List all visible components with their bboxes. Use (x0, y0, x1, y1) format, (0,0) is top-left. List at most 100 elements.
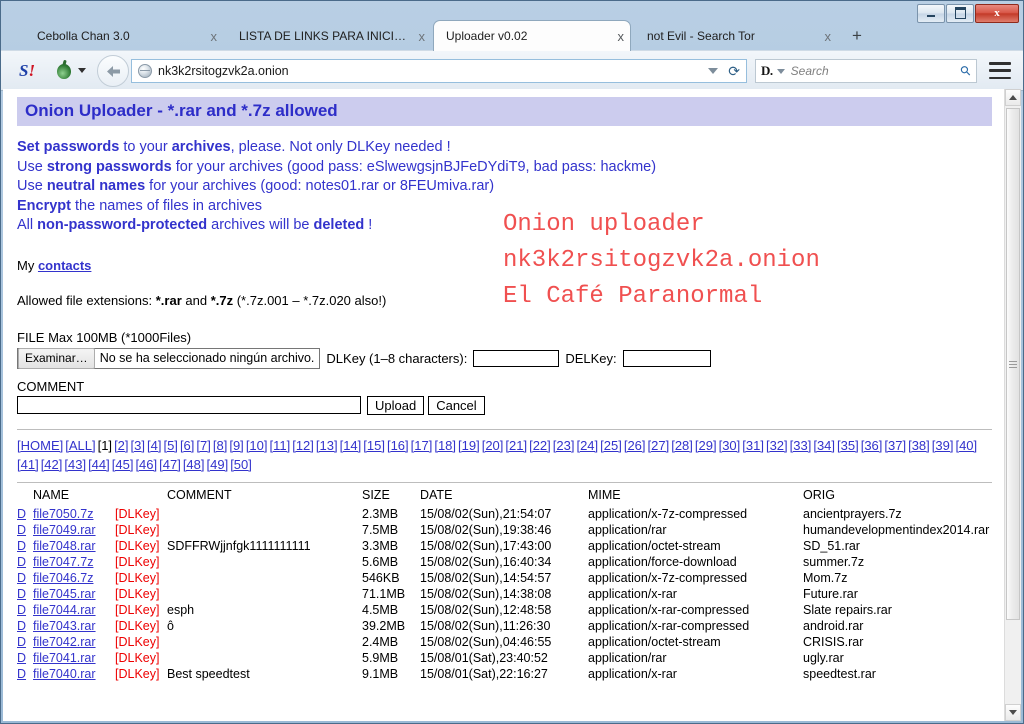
delkey-input[interactable] (622, 349, 711, 367)
file-link[interactable]: file7048.rar (33, 539, 96, 553)
pager-page-link[interactable]: [30] (719, 438, 741, 453)
pager-page-link[interactable]: [21] (505, 438, 527, 453)
pager-page-link[interactable]: [41] (17, 457, 39, 472)
pager-page-link[interactable]: [29] (695, 438, 717, 453)
scroll-down-button[interactable] (1005, 704, 1021, 721)
chevron-down-icon[interactable] (78, 68, 86, 73)
pager-page-link[interactable]: [24] (576, 438, 598, 453)
search-input-placeholder[interactable]: Search (791, 64, 962, 78)
reload-icon[interactable]: ⟳ (728, 64, 740, 78)
pager-page-link[interactable]: [39] (932, 438, 954, 453)
pager-page-link[interactable]: [17] (411, 438, 433, 453)
pager-page-link[interactable]: [8] (213, 438, 227, 453)
pager-page-link[interactable]: [19] (458, 438, 480, 453)
pager-page-link[interactable]: [37] (884, 438, 906, 453)
page-scrollbar[interactable] (1004, 89, 1021, 721)
file-input[interactable]: Examinar… No se ha seleccionado ningún a… (17, 347, 321, 369)
new-tab-button[interactable]: + (846, 26, 868, 46)
pager-page-link[interactable]: [48] (183, 457, 205, 472)
tab-not-evil[interactable]: not Evil - Search Tor x (635, 22, 837, 50)
file-link[interactable]: file7044.rar (33, 603, 96, 617)
delete-link[interactable]: D (17, 539, 26, 553)
noscript-icon[interactable]: S! (19, 61, 41, 81)
pager-page-link[interactable]: [42] (41, 457, 63, 472)
delete-link[interactable]: D (17, 587, 26, 601)
pager-page-link[interactable]: [49] (207, 457, 229, 472)
delete-link[interactable]: D (17, 635, 26, 649)
file-link[interactable]: file7043.rar (33, 619, 96, 633)
pager-page-link[interactable]: [38] (908, 438, 930, 453)
pager-page-link[interactable]: [3] (131, 438, 145, 453)
pager-page-link[interactable]: [25] (600, 438, 622, 453)
chevron-down-icon[interactable] (776, 68, 785, 74)
tab-close-icon[interactable]: x (419, 30, 426, 43)
delete-link[interactable]: D (17, 523, 26, 537)
pager-page-link[interactable]: [40] (955, 438, 977, 453)
file-link[interactable]: file7050.7z (33, 507, 93, 521)
pager-page-link[interactable]: [4] (147, 438, 161, 453)
pager-page-link[interactable]: [13] (316, 438, 338, 453)
contacts-link[interactable]: contacts (38, 258, 91, 273)
pager-page-link[interactable]: [22] (529, 438, 551, 453)
pager-page-link[interactable]: [31] (742, 438, 764, 453)
tab-close-icon[interactable]: x (825, 30, 832, 43)
file-link[interactable]: file7049.rar (33, 523, 96, 537)
file-link[interactable]: file7045.rar (33, 587, 96, 601)
pager-page-link[interactable]: [5] (163, 438, 177, 453)
delete-link[interactable]: D (17, 667, 26, 681)
pager-page-link[interactable]: [9] (229, 438, 243, 453)
delete-link[interactable]: D (17, 603, 26, 617)
pager-page-link[interactable]: [20] (482, 438, 504, 453)
tab-uploader[interactable]: Uploader v0.02 x (433, 20, 631, 51)
file-link[interactable]: file7040.rar (33, 667, 96, 681)
pager-page-link[interactable]: [36] (861, 438, 883, 453)
delete-link[interactable]: D (17, 651, 26, 665)
tab-lista-de-links[interactable]: LISTA DE LINKS PARA INICIAR... x (227, 22, 431, 50)
scroll-up-button[interactable] (1005, 89, 1021, 106)
tab-cebolla-chan[interactable]: Cebolla Chan 3.0 x (25, 22, 223, 50)
pager-page-link[interactable]: [32] (766, 438, 788, 453)
duckduckgo-icon[interactable]: D. (761, 63, 773, 79)
pager-page-link[interactable]: [15] (363, 438, 385, 453)
pager-page-link[interactable]: [26] (624, 438, 646, 453)
tab-close-icon[interactable]: x (211, 30, 218, 43)
pager-page-link[interactable]: [18] (434, 438, 456, 453)
chevron-down-icon[interactable] (708, 68, 719, 74)
pager-page-link[interactable]: [27] (648, 438, 670, 453)
pager-page-link[interactable]: [28] (671, 438, 693, 453)
comment-input[interactable] (17, 396, 361, 414)
tab-close-icon[interactable]: x (618, 30, 625, 43)
address-bar[interactable]: nk3k2rsitogzvk2a.onion ⟳ (131, 59, 747, 83)
onion-icon[interactable] (55, 59, 75, 81)
pager-page-link[interactable]: [14] (340, 438, 362, 453)
pager-page-link[interactable]: [16] (387, 438, 409, 453)
pager-page-link[interactable]: [50] (230, 457, 252, 472)
pager-page-link[interactable]: [6] (180, 438, 194, 453)
pager-page-link[interactable]: [11] (270, 438, 291, 453)
menu-button[interactable] (989, 62, 1011, 79)
delete-link[interactable]: D (17, 507, 26, 521)
pager-page-link[interactable]: [34] (813, 438, 835, 453)
scrollbar-thumb[interactable] (1006, 108, 1020, 620)
pager-page-link[interactable]: [12] (292, 438, 314, 453)
pager-page-link[interactable]: [35] (837, 438, 859, 453)
delete-link[interactable]: D (17, 619, 26, 633)
pager-page-link[interactable]: [7] (196, 438, 210, 453)
pager-page-link[interactable]: [2] (114, 438, 128, 453)
pager-page-link[interactable]: [10] (246, 438, 268, 453)
cancel-button[interactable]: Cancel (428, 395, 485, 415)
delete-link[interactable]: D (17, 571, 26, 585)
file-link[interactable]: file7047.7z (33, 555, 93, 569)
dlkey-input[interactable] (473, 349, 560, 367)
file-link[interactable]: file7042.rar (33, 635, 96, 649)
back-button[interactable] (97, 55, 129, 87)
delete-link[interactable]: D (17, 555, 26, 569)
pager-page-link[interactable]: [33] (790, 438, 812, 453)
pager-home-link[interactable]: [HOME] (17, 438, 63, 453)
file-link[interactable]: file7046.7z (33, 571, 93, 585)
pager-all-link[interactable]: [ALL] (65, 438, 95, 453)
pager-page-link[interactable]: [45] (112, 457, 134, 472)
search-bar[interactable]: D. Search ⚲ (755, 59, 977, 83)
pager-page-link[interactable]: [47] (159, 457, 181, 472)
pager-page-link[interactable]: [23] (553, 438, 575, 453)
